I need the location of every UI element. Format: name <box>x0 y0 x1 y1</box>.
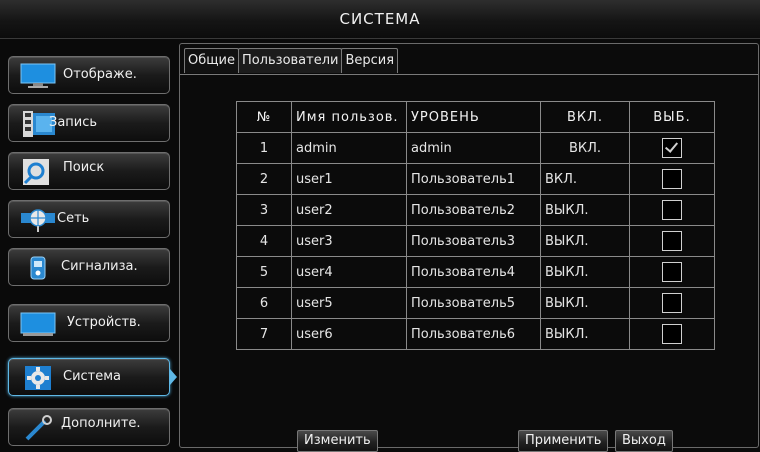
row-username: user1 <box>291 163 407 195</box>
row-checkbox[interactable] <box>662 169 682 189</box>
row-checkbox[interactable] <box>662 231 682 251</box>
table-row[interactable]: 1 admin admin ВКЛ. <box>236 132 715 164</box>
row-select-cell <box>629 225 715 257</box>
table-row[interactable]: 4 user3 Пользователь3 ВЫКЛ. <box>236 225 715 257</box>
table-row[interactable]: 3 user2 Пользователь2 ВЫКЛ. <box>236 194 715 226</box>
row-checkbox[interactable] <box>662 324 682 344</box>
row-number: 7 <box>236 318 292 350</box>
edit-button[interactable]: Изменить <box>297 430 378 452</box>
wrench-icon <box>19 415 57 441</box>
row-username: user6 <box>291 318 407 350</box>
sidebar-item-network[interactable]: Сеть <box>8 200 170 238</box>
sidebar-item-label: Сеть <box>57 211 90 226</box>
row-username: user5 <box>291 287 407 319</box>
table-row[interactable]: 6 user5 Пользователь5 ВЫКЛ. <box>236 287 715 319</box>
row-number: 1 <box>236 132 292 164</box>
sidebar-item-advanced[interactable]: Дополните. <box>8 408 170 446</box>
row-enabled: ВЫКЛ. <box>540 225 630 257</box>
sidebar-item-system[interactable]: Система <box>8 358 177 396</box>
row-enabled: ВЫКЛ. <box>540 256 630 288</box>
row-level: Пользователь6 <box>406 318 541 350</box>
apply-button[interactable]: Применить <box>518 430 609 452</box>
sidebar-item-label: Устройств. <box>67 315 141 330</box>
gear-icon <box>19 365 57 390</box>
tab-users[interactable]: Пользователи <box>237 48 343 73</box>
active-indicator <box>170 369 177 385</box>
search-icon <box>19 159 57 185</box>
row-number: 5 <box>236 256 292 288</box>
row-enabled: ВКЛ. <box>540 132 630 164</box>
row-enabled: ВЫКЛ. <box>540 287 630 319</box>
sidebar-item-display[interactable]: Отображе. <box>8 56 170 94</box>
exit-button[interactable]: Выход <box>615 430 673 452</box>
row-checkbox[interactable] <box>662 262 682 282</box>
row-level: Пользователь2 <box>406 194 541 226</box>
tab-bar: Общие Пользователи Версия <box>184 48 399 74</box>
row-enabled: ВКЛ. <box>540 163 630 195</box>
row-number: 3 <box>236 194 292 226</box>
sidebar-item-search[interactable]: Поиск <box>8 152 170 190</box>
col-header-level: УРОВЕНЬ <box>406 101 541 133</box>
row-checkbox[interactable] <box>662 200 682 220</box>
row-enabled: ВЫКЛ. <box>540 194 630 226</box>
row-level: admin <box>406 132 541 164</box>
row-level: Пользователь1 <box>406 163 541 195</box>
row-number: 2 <box>236 163 292 195</box>
row-username: user2 <box>291 194 407 226</box>
users-table: № Имя пользов. УРОВЕНЬ ВКЛ. ВЫБ. 1 admin… <box>236 101 715 350</box>
tab-general[interactable]: Общие <box>184 48 239 73</box>
globe-network-icon <box>19 207 57 232</box>
main-panel: Общие Пользователи Версия № Имя пользов. У… <box>179 43 759 452</box>
sidebar-item-device[interactable]: Устройств. <box>8 304 170 342</box>
row-level: Пользователь4 <box>406 256 541 288</box>
table-row[interactable]: 5 user4 Пользователь4 ВЫКЛ. <box>236 256 715 288</box>
table-row[interactable]: 7 user6 Пользователь6 ВЫКЛ. <box>236 318 715 350</box>
alarm-icon <box>19 255 57 280</box>
row-select-cell <box>629 256 715 288</box>
sidebar-item-alarm[interactable]: Сигнализа. <box>8 248 170 286</box>
sidebar-item-label: Сигнализа. <box>61 259 138 274</box>
tab-version[interactable]: Версия <box>341 48 399 73</box>
row-select-cell <box>629 194 715 226</box>
row-select-cell <box>629 287 715 319</box>
sidebar-item-label: Поиск <box>63 160 105 175</box>
col-header-enabled: ВКЛ. <box>540 101 630 133</box>
sidebar-item-label: Отображе. <box>63 67 137 82</box>
row-username: user4 <box>291 256 407 288</box>
tab-divider <box>180 74 758 75</box>
row-checkbox[interactable] <box>662 293 682 313</box>
row-username: user3 <box>291 225 407 257</box>
row-select-cell <box>629 132 715 164</box>
row-number: 4 <box>236 225 292 257</box>
sidebar: Отображе. Запись Поиск Сеть Сигнализа. У… <box>0 40 178 448</box>
table-header-row: № Имя пользов. УРОВЕНЬ ВКЛ. ВЫБ. <box>236 101 715 133</box>
row-select-cell <box>629 163 715 195</box>
monitor-icon <box>19 63 57 88</box>
row-checkbox[interactable] <box>662 138 682 158</box>
sidebar-item-record[interactable]: Запись <box>8 104 170 142</box>
sidebar-item-label: Система <box>63 369 122 384</box>
row-number: 6 <box>236 287 292 319</box>
col-header-name: Имя пользов. <box>291 101 407 133</box>
row-username: admin <box>291 132 407 164</box>
row-level: Пользователь5 <box>406 287 541 319</box>
row-level: Пользователь3 <box>406 225 541 257</box>
device-icon <box>19 311 57 336</box>
col-header-select: ВЫБ. <box>629 101 715 133</box>
col-header-number: № <box>236 101 292 133</box>
window-title: СИСТЕМА <box>0 0 760 39</box>
row-select-cell <box>629 318 715 350</box>
row-enabled: ВЫКЛ. <box>540 318 630 350</box>
sidebar-item-label: Запись <box>49 115 98 130</box>
table-row[interactable]: 2 user1 Пользователь1 ВКЛ. <box>236 163 715 195</box>
sidebar-item-label: Дополните. <box>61 416 141 431</box>
